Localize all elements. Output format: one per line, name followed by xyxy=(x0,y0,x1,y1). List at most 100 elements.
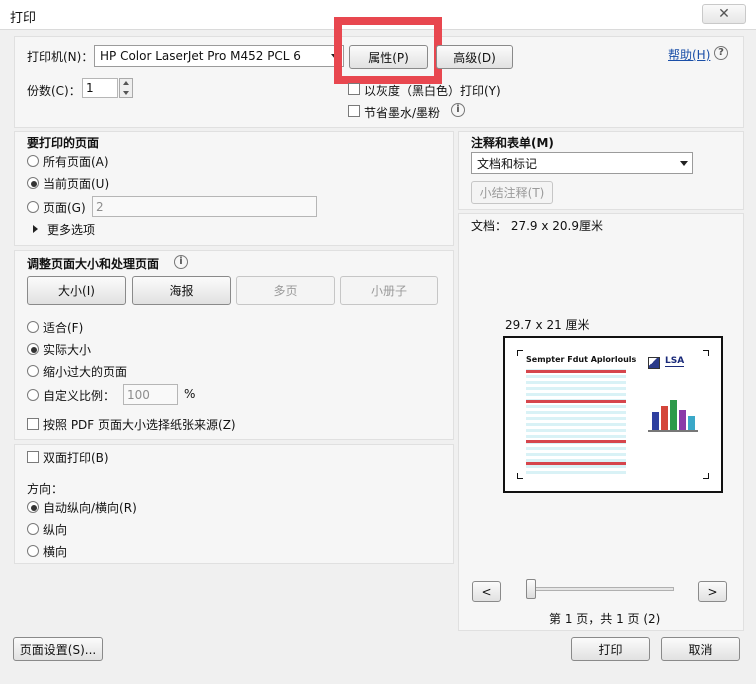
booklet-button[interactable]: 小册子 xyxy=(340,276,438,305)
corner-mark xyxy=(703,350,709,356)
actual-size-label: 实际大小 xyxy=(43,343,92,357)
size-button[interactable]: 大小(I) xyxy=(27,276,126,305)
size-button-label: 大小(I) xyxy=(58,284,95,298)
custom-scale-label: 自定义比例： xyxy=(43,389,116,403)
preview-page: Sempter Fdut Aplorlouls LSA xyxy=(503,336,723,493)
more-options-link[interactable]: 更多选项 xyxy=(47,221,95,238)
fit-radio[interactable] xyxy=(27,321,39,333)
comments-select-value: 文档和标记 xyxy=(477,156,538,171)
pages-range-label: 页面(G) xyxy=(43,201,86,215)
document-size-label: 文档： 27.9 x 20.9厘米 xyxy=(471,219,603,233)
window-title: 打印 xyxy=(10,11,37,26)
duplex-label: 双面打印(B) xyxy=(43,451,109,465)
portrait-radio[interactable] xyxy=(27,523,39,535)
portrait-label: 纵向 xyxy=(43,523,68,537)
summarize-comments-button[interactable]: 小结注释(T) xyxy=(471,181,553,204)
pages-current-radio[interactable] xyxy=(27,177,39,189)
multiple-button-label: 多页 xyxy=(273,284,298,298)
auto-orientation-label: 自动纵向/横向(R) xyxy=(43,501,137,515)
help-circle-icon[interactable]: ? xyxy=(714,46,728,60)
sheet-logo: LSA xyxy=(665,356,685,367)
table-band xyxy=(526,370,626,373)
grayscale-label: 以灰度（黑白色）打印(Y) xyxy=(364,84,501,98)
pdf-source-checkbox[interactable] xyxy=(27,418,39,430)
custom-scale-radio[interactable] xyxy=(27,389,39,401)
landscape-radio[interactable] xyxy=(27,545,39,557)
pages-current-label: 当前页面(U) xyxy=(43,177,110,191)
properties-highlight xyxy=(334,17,442,84)
next-page-icon: > xyxy=(707,584,718,599)
save-ink-label: 节省墨水/墨粉 xyxy=(364,106,441,120)
page-info: 第 1 页，共 1 页 (2) xyxy=(549,612,661,626)
chevron-down-icon xyxy=(680,161,688,166)
poster-button-label: 海报 xyxy=(169,284,194,298)
close-icon: ✕ xyxy=(718,6,730,22)
stepper-down-icon[interactable] xyxy=(123,91,129,95)
corner-mark xyxy=(517,350,523,356)
landscape-label: 横向 xyxy=(43,545,68,559)
copies-stepper[interactable] xyxy=(119,78,133,98)
sizing-info-icon[interactable]: i xyxy=(174,255,188,269)
chart-bar xyxy=(688,416,695,430)
sheet-title: Sempter Fdut Aplorlouls xyxy=(526,355,637,364)
stepper-up-icon[interactable] xyxy=(123,81,129,85)
chart-base xyxy=(648,430,698,432)
sheet-table xyxy=(526,366,626,476)
grayscale-checkbox[interactable] xyxy=(348,83,360,95)
table-band xyxy=(526,462,626,465)
auto-orientation-radio[interactable] xyxy=(27,501,39,513)
close-button[interactable]: ✕ xyxy=(702,4,746,24)
sizing-heading: 调整页面大小和处理页面 xyxy=(27,257,160,271)
print-button[interactable]: 打印 xyxy=(571,637,650,661)
booklet-button-label: 小册子 xyxy=(370,284,407,298)
help-link[interactable]: 帮助(H) xyxy=(668,46,710,63)
save-ink-checkbox[interactable] xyxy=(348,105,360,117)
printer-select[interactable]: HP Color LaserJet Pro M452 PCL 6 xyxy=(94,45,344,67)
comments-heading: 注释和表单(M) xyxy=(471,136,554,150)
info-icon[interactable]: i xyxy=(451,103,465,117)
percent-label: % xyxy=(184,387,196,401)
pdf-source-label: 按照 PDF 页面大小选择纸张来源(Z) xyxy=(43,418,236,432)
chart-bar xyxy=(652,412,659,430)
fit-label: 适合(F) xyxy=(43,321,84,335)
advanced-button-label: 高级(D) xyxy=(453,50,496,65)
pages-all-radio[interactable] xyxy=(27,155,39,167)
shrink-radio[interactable] xyxy=(27,365,39,377)
custom-scale-input[interactable]: 100 xyxy=(123,384,178,405)
more-options-arrow-icon[interactable] xyxy=(33,225,38,233)
multiple-button[interactable]: 多页 xyxy=(236,276,335,305)
sheet-logo-icon xyxy=(648,357,660,369)
corner-mark xyxy=(517,473,523,479)
pages-range-input[interactable]: 2 xyxy=(92,196,317,217)
pages-heading: 要打印的页面 xyxy=(27,136,100,150)
cancel-button-label: 取消 xyxy=(688,642,713,657)
copies-input[interactable]: 1 xyxy=(82,78,118,98)
chart-bar xyxy=(679,410,686,430)
duplex-checkbox[interactable] xyxy=(27,451,39,463)
advanced-button[interactable]: 高级(D) xyxy=(436,45,513,69)
page-slider-thumb[interactable] xyxy=(526,579,536,599)
chart-bar xyxy=(670,400,677,430)
sheet-chart xyxy=(648,398,698,438)
prev-page-button[interactable]: < xyxy=(472,581,501,602)
cancel-button[interactable]: 取消 xyxy=(661,637,740,661)
paper-size-label: 29.7 x 21 厘米 xyxy=(505,318,590,332)
printer-label: 打印机(N)： xyxy=(27,50,94,64)
chart-bar xyxy=(661,406,668,430)
poster-button[interactable]: 海报 xyxy=(132,276,231,305)
summarize-comments-label: 小结注释(T) xyxy=(479,186,545,200)
corner-mark xyxy=(703,473,709,479)
copies-label: 份数(C)： xyxy=(27,84,81,98)
pages-range-radio[interactable] xyxy=(27,201,39,213)
page-setup-button[interactable]: 页面设置(S)... xyxy=(13,637,103,661)
shrink-label: 缩小过大的页面 xyxy=(43,365,128,379)
orientation-heading: 方向： xyxy=(27,482,64,496)
prev-page-icon: < xyxy=(481,584,492,599)
next-page-button[interactable]: > xyxy=(698,581,727,602)
printer-select-value: HP Color LaserJet Pro M452 PCL 6 xyxy=(100,49,301,63)
page-slider-track[interactable] xyxy=(528,587,674,591)
comments-select[interactable]: 文档和标记 xyxy=(471,152,693,174)
print-button-label: 打印 xyxy=(598,642,623,657)
table-band xyxy=(526,400,626,403)
actual-size-radio[interactable] xyxy=(27,343,39,355)
